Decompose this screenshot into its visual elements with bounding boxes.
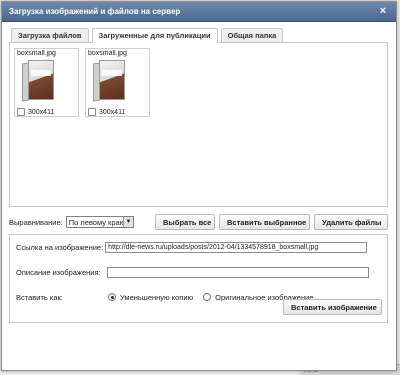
file-thumbnail[interactable]: boxsmall.jpg 300x411 bbox=[85, 48, 150, 117]
align-select[interactable]: По левому краю ▼ bbox=[65, 216, 134, 228]
tab-shared-folder[interactable]: Общая папка bbox=[220, 28, 284, 42]
file-thumbnail[interactable]: boxsmall.jpg 300x411 bbox=[14, 48, 79, 117]
url-label: Ссылка на изображение: bbox=[16, 242, 104, 252]
file-name: boxsmall.jpg bbox=[88, 50, 127, 57]
radio-thumbnail-label[interactable]: Уменьшенную копию bbox=[120, 293, 193, 302]
upload-dialog: Загрузка изображений и файлов на сервер … bbox=[1, 1, 397, 371]
chevron-down-icon[interactable]: ▼ bbox=[123, 217, 133, 227]
delete-files-button[interactable]: Удалить файлы bbox=[314, 214, 388, 230]
file-preview-image[interactable] bbox=[93, 60, 131, 104]
tab-uploaded-for-publication[interactable]: Загруженные для публикации bbox=[91, 28, 218, 43]
dialog-title: Загрузка изображений и файлов на сервер bbox=[9, 7, 181, 16]
tab-bar: Загрузка файлов Загруженные для публикац… bbox=[9, 28, 388, 43]
description-input[interactable] bbox=[106, 266, 369, 278]
file-size: 300x411 bbox=[99, 108, 126, 116]
image-insert-form: Ссылка на изображение: http://dle-news.r… bbox=[9, 234, 388, 323]
action-row: Выравнивание: По левому краю ▼ Выбрать в… bbox=[9, 214, 388, 230]
description-label: Описание изображения: bbox=[16, 267, 101, 277]
radio-original[interactable] bbox=[203, 293, 212, 301]
close-icon[interactable]: × bbox=[378, 6, 388, 17]
insert-as-label: Вставить как: bbox=[16, 292, 63, 302]
select-all-button[interactable]: Выбрать все bbox=[155, 214, 215, 230]
align-label: Выравнивание: bbox=[9, 217, 63, 227]
url-input[interactable]: http://dle-news.ru/uploads/posts/2012-04… bbox=[105, 241, 368, 253]
insert-selected-button[interactable]: Вставить выбранное bbox=[219, 214, 310, 230]
insert-image-button[interactable]: Вставить изображение bbox=[283, 299, 382, 315]
file-preview-image[interactable] bbox=[22, 60, 60, 104]
files-panel: boxsmall.jpg 300x411 boxsmall.jpg 300x41… bbox=[9, 42, 388, 207]
file-size: 300x411 bbox=[28, 108, 55, 116]
align-select-value: По левому краю bbox=[68, 218, 126, 227]
dialog-titlebar[interactable]: Загрузка изображений и файлов на сервер … bbox=[2, 2, 396, 22]
tab-upload-files[interactable]: Загрузка файлов bbox=[11, 28, 89, 42]
radio-thumbnail[interactable] bbox=[108, 293, 116, 301]
file-select-checkbox[interactable] bbox=[88, 108, 96, 116]
file-select-checkbox[interactable] bbox=[17, 108, 25, 116]
file-name: boxsmall.jpg bbox=[17, 50, 56, 57]
